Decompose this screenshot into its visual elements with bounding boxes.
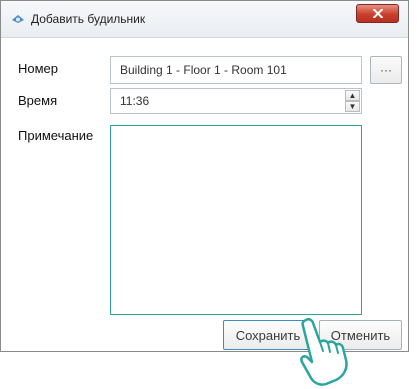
window-title: Добавить будильник: [31, 12, 146, 26]
dialog-body: Номер Building 1 - Floor 1 - Room 101 ··…: [1, 38, 408, 351]
number-value: Building 1 - Floor 1 - Room 101: [120, 63, 287, 77]
number-label: Номер: [18, 61, 59, 76]
hand-pointer-icon: [300, 317, 348, 386]
add-alarm-dialog: Добавить будильник Номер Building 1 - Fl…: [0, 0, 409, 352]
time-value: 11:36: [120, 94, 150, 108]
title-bar: Добавить будильник: [1, 1, 408, 38]
time-field[interactable]: 11:36 ▲ ▼: [110, 88, 362, 114]
browse-label: ···: [380, 63, 392, 77]
alarm-app-icon: [12, 15, 24, 23]
spin-up-icon[interactable]: ▲: [345, 90, 360, 101]
time-spinner: ▲ ▼: [345, 90, 360, 112]
save-label: Сохранить: [235, 327, 301, 343]
close-button[interactable]: [356, 4, 399, 23]
close-icon: [372, 9, 383, 18]
time-label: Время: [18, 93, 58, 108]
browse-button[interactable]: ···: [370, 56, 402, 84]
spin-down-icon[interactable]: ▼: [345, 101, 360, 112]
note-label: Примечание: [18, 128, 94, 143]
number-field[interactable]: Building 1 - Floor 1 - Room 101: [110, 56, 362, 84]
note-textarea[interactable]: [110, 125, 362, 315]
